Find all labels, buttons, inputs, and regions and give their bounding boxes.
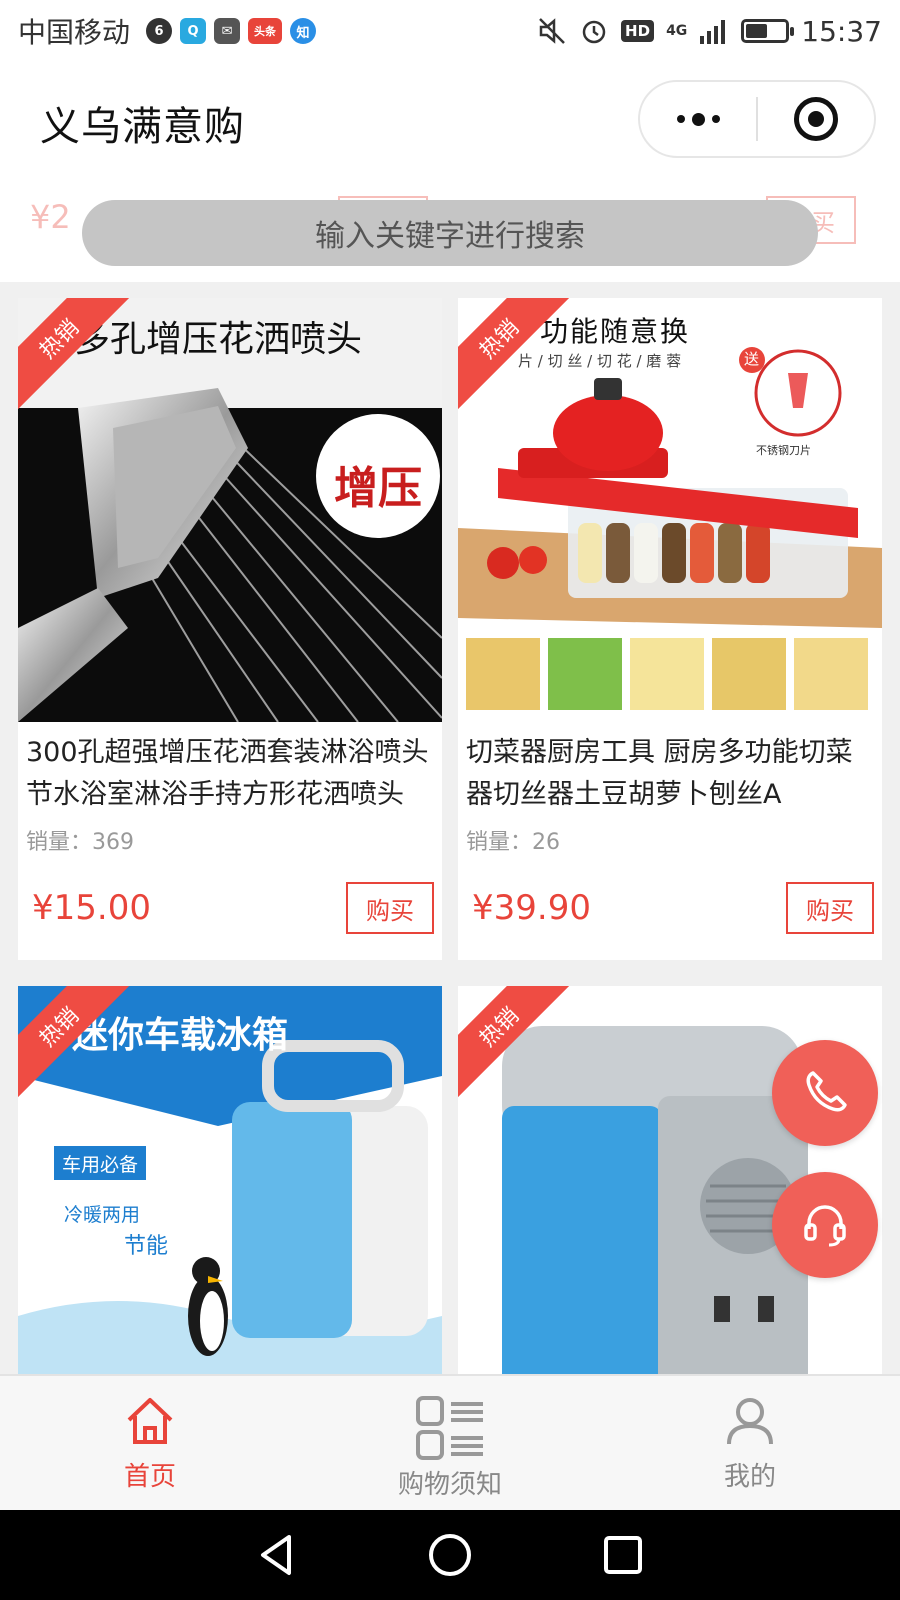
zhihu-icon: 知 — [290, 18, 317, 44]
network-label: 4G — [666, 23, 688, 39]
product-image[interactable]: 热销 迷你车载冰箱 车用必备 冷暖两用 节能 — [18, 986, 442, 1376]
search-input[interactable]: 输入关键字进行搜索 — [82, 200, 818, 266]
product-card[interactable]: 热销 迷你车载冰箱 车用必备 冷暖两用 节能 — [18, 986, 442, 1376]
product-sales: 销量：26 — [466, 830, 561, 855]
home-system-button[interactable] — [420, 1525, 480, 1585]
qq-icon: Q — [180, 18, 207, 44]
tab-mine[interactable]: 我的 — [600, 1376, 900, 1510]
status-bar: 中国移动 6 Q ✉ 头条 知 HD 4G 15:37 — [0, 0, 900, 62]
image-tag-text: 节能 — [124, 1234, 169, 1259]
bottom-tab-bar: 首页 购物须知 我的 — [0, 1374, 900, 1510]
hd-icon: HD — [621, 20, 655, 42]
back-triangle-icon — [260, 1535, 291, 1575]
battery-icon — [741, 19, 795, 43]
recents-button[interactable] — [593, 1525, 653, 1585]
product-grid: 热销 多孔增压花洒喷头 增压 300孔超强增压花洒套装淋浴喷头节水浴室淋浴手持方… — [18, 298, 882, 1376]
tab-shopping-notice[interactable]: 购物须知 — [300, 1376, 600, 1510]
close-mini-program-button[interactable] — [758, 82, 874, 156]
mute-icon — [539, 18, 565, 44]
image-banner-subtext: 片 / 切 丝 / 切 花 / 磨 蓉 — [518, 352, 682, 370]
list-icon — [416, 1396, 483, 1460]
sync-icon: 6 — [146, 18, 173, 44]
product-card[interactable]: 热销 — [458, 298, 882, 960]
image-sticker-text: 增压 — [334, 463, 422, 514]
image-tag-text: 冷暖两用 — [64, 1204, 141, 1226]
tab-label: 首页 — [123, 1462, 176, 1492]
image-tag-text: 车用必备 — [62, 1154, 139, 1176]
tab-home[interactable]: 首页 — [0, 1376, 300, 1510]
image-banner-text: 功能随意换 — [540, 315, 691, 348]
product-sales: 销量：369 — [26, 830, 135, 855]
gift-caption: 不锈钢刀片 — [756, 444, 811, 457]
product-image[interactable]: 热销 多孔增压花洒喷头 增压 — [18, 298, 442, 722]
signal-icon — [700, 20, 726, 44]
alarm-icon — [582, 20, 606, 44]
image-banner-text: 迷你车载冰箱 — [72, 1015, 289, 1056]
customer-service-button[interactable] — [772, 1172, 878, 1278]
home-icon — [127, 1398, 173, 1444]
mini-program-capsule — [638, 80, 876, 158]
product-image[interactable]: 热销 — [458, 298, 882, 722]
image-banner-text: 多孔增压花洒喷头 — [74, 319, 363, 360]
ghost-price: ¥2 — [30, 198, 71, 236]
mail-icon: ✉ — [214, 18, 241, 44]
recents-square-icon — [604, 1536, 643, 1574]
target-icon — [794, 97, 838, 141]
buy-button[interactable]: 购买 — [346, 882, 434, 934]
more-button[interactable] — [640, 82, 756, 156]
more-dots-icon — [676, 112, 720, 126]
clock: 15:37 — [801, 14, 882, 48]
home-circle-icon — [428, 1534, 471, 1576]
buy-button[interactable]: 购买 — [786, 882, 874, 934]
product-card[interactable]: 热销 多孔增压花洒喷头 增压 300孔超强增压花洒套装淋浴喷头节水浴室淋浴手持方… — [18, 298, 442, 960]
product-price: ¥15.00 — [32, 888, 151, 928]
product-price: ¥39.90 — [472, 888, 591, 928]
back-button[interactable] — [247, 1525, 307, 1585]
carrier-name: 中国移动 — [18, 16, 131, 49]
system-navigation-bar — [0, 1510, 900, 1600]
product-title[interactable]: 300孔超强增压花洒套装淋浴喷头节水浴室淋浴手持方形花洒喷头 — [18, 722, 442, 816]
toutiao-icon: 头条 — [248, 18, 283, 44]
headset-icon — [804, 1205, 846, 1247]
product-title[interactable]: 切菜器厨房工具 厨房多功能切菜器切丝器土豆胡萝卜刨丝A — [458, 722, 882, 816]
tab-label: 我的 — [723, 1462, 776, 1492]
phone-icon — [806, 1071, 847, 1112]
tab-label: 购物须知 — [397, 1470, 502, 1500]
user-icon — [727, 1398, 773, 1445]
page-title: 义乌满意购 — [40, 104, 245, 150]
call-button[interactable] — [772, 1040, 878, 1146]
title-bar: 义乌满意购 — [0, 62, 900, 178]
gift-badge: 送 — [744, 350, 760, 368]
